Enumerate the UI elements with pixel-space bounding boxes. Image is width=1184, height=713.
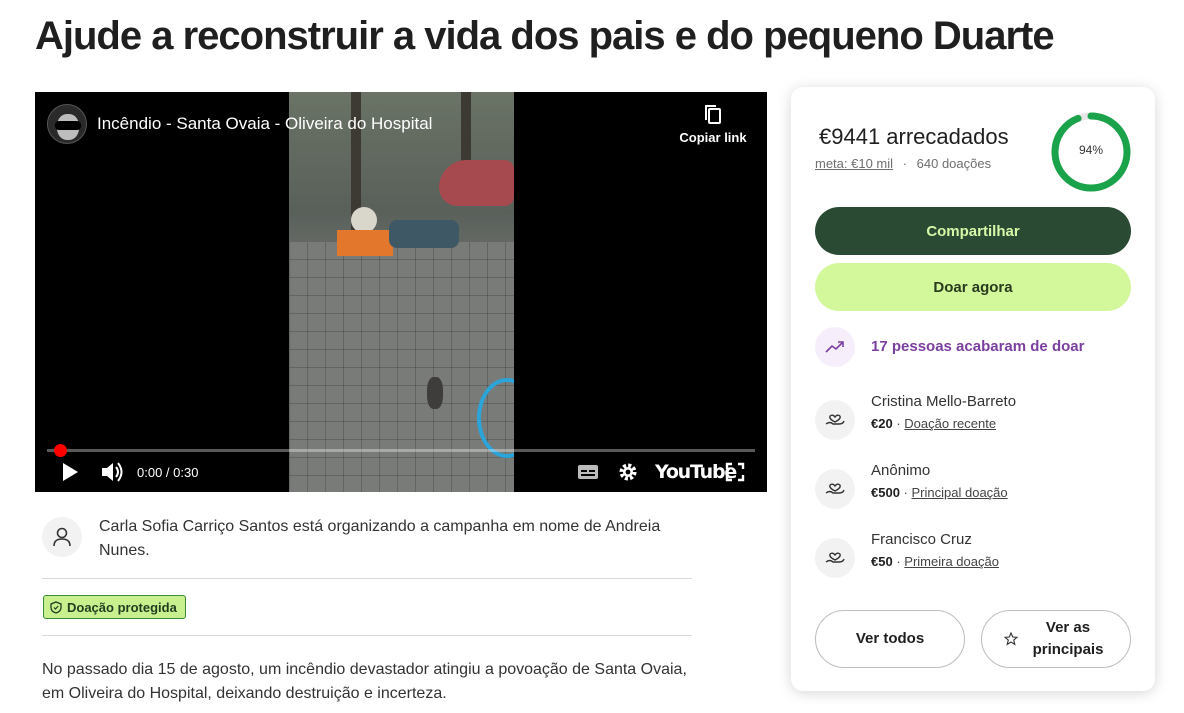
donor-amount: €500 xyxy=(871,485,900,500)
fullscreen-icon xyxy=(725,462,745,482)
see-top-label: Ver as principais xyxy=(1032,619,1104,658)
raised-amount: €9441 arrecadados xyxy=(819,124,1009,149)
protected-donation-badge[interactable]: Doação protegida xyxy=(43,595,186,619)
fullscreen-button[interactable] xyxy=(723,460,747,484)
goal-meta: meta: €10 mil · 640 doações xyxy=(815,156,991,171)
video-frame[interactable] xyxy=(289,92,514,492)
settings-button[interactable] xyxy=(616,460,640,484)
gear-icon xyxy=(619,463,637,481)
volume-button[interactable] xyxy=(99,460,125,484)
video-scrubber-handle[interactable] xyxy=(54,444,67,457)
donor-name: Anônimo xyxy=(871,462,931,479)
donor-amount: €20 xyxy=(871,416,893,431)
donor-item: Anônimo €500 · Principal doação xyxy=(815,462,1135,512)
trending-up-icon xyxy=(815,327,855,367)
star-icon xyxy=(1004,632,1018,646)
subtitles-icon xyxy=(578,465,598,479)
see-all-button[interactable]: Ver todos xyxy=(815,610,965,668)
subtitles-button[interactable] xyxy=(576,460,600,484)
goal-link[interactable]: meta: €10 mil xyxy=(815,156,893,171)
donor-tag[interactable]: Doação recente xyxy=(904,416,996,431)
channel-avatar[interactable] xyxy=(47,104,87,144)
donor-separator: · xyxy=(903,485,908,500)
donor-tag[interactable]: Principal doação xyxy=(912,485,1008,500)
badge-label: Doação protegida xyxy=(67,599,177,615)
donations-count: 640 doações xyxy=(916,156,992,171)
video-title[interactable]: Incêndio - Santa Ovaia - Oliveira do Hos… xyxy=(97,114,432,134)
play-button[interactable] xyxy=(59,460,81,484)
organizer-text: Carla Sofia Carriço Santos está organiza… xyxy=(99,518,661,559)
copy-link-label: Copiar link xyxy=(679,130,747,145)
donor-name: Cristina Mello-Barreto xyxy=(871,393,1017,410)
donation-hand-icon xyxy=(815,469,855,509)
user-icon xyxy=(42,517,82,557)
video-player[interactable]: Incêndio - Santa Ovaia - Oliveira do Hos… xyxy=(35,92,767,492)
shield-icon xyxy=(50,600,62,614)
page-title: Ajude a reconstruir a vida dos pais e do… xyxy=(35,14,1055,58)
donor-item: Francisco Cruz €50 · Primeira doação xyxy=(815,531,1135,581)
donate-button[interactable]: Doar agora xyxy=(815,263,1131,311)
play-icon xyxy=(63,463,78,481)
video-time: 0:00 / 0:30 xyxy=(137,465,199,480)
meta-separator: · xyxy=(902,156,908,171)
donor-item: Cristina Mello-Barreto €20 · Doação rece… xyxy=(815,393,1135,443)
donation-hand-icon xyxy=(815,400,855,440)
donation-card: €9441 arrecadados meta: €10 mil · 640 do… xyxy=(791,87,1155,691)
share-button[interactable]: Compartilhar xyxy=(815,207,1131,255)
recent-donations-text: 17 pessoas acabaram de doar xyxy=(871,338,1085,355)
donor-name: Francisco Cruz xyxy=(871,531,972,548)
copy-icon xyxy=(705,105,721,124)
badge-row: Doação protegida xyxy=(42,580,692,636)
copy-link-button[interactable]: Copiar link xyxy=(673,104,753,145)
donation-hand-icon xyxy=(815,538,855,578)
donor-separator: · xyxy=(896,416,901,431)
story-text: No passado dia 15 de agosto, um incêndio… xyxy=(42,661,687,702)
donor-meta: €500 · Principal doação xyxy=(871,485,1008,500)
donor-amount: €50 xyxy=(871,554,893,569)
recent-donations-row: 17 pessoas acabaram de doar xyxy=(815,327,1135,367)
donor-meta: €20 · Doação recente xyxy=(871,416,996,431)
video-progress-bar[interactable] xyxy=(47,449,755,452)
donor-meta: €50 · Primeira doação xyxy=(871,554,999,569)
see-top-button[interactable]: Ver as principais xyxy=(981,610,1131,668)
donor-separator: · xyxy=(896,554,901,569)
progress-percent: 94% xyxy=(1078,143,1104,157)
donor-tag[interactable]: Primeira doação xyxy=(904,554,999,569)
volume-icon xyxy=(102,462,123,482)
organizer-row: Carla Sofia Carriço Santos está organiza… xyxy=(42,505,692,579)
